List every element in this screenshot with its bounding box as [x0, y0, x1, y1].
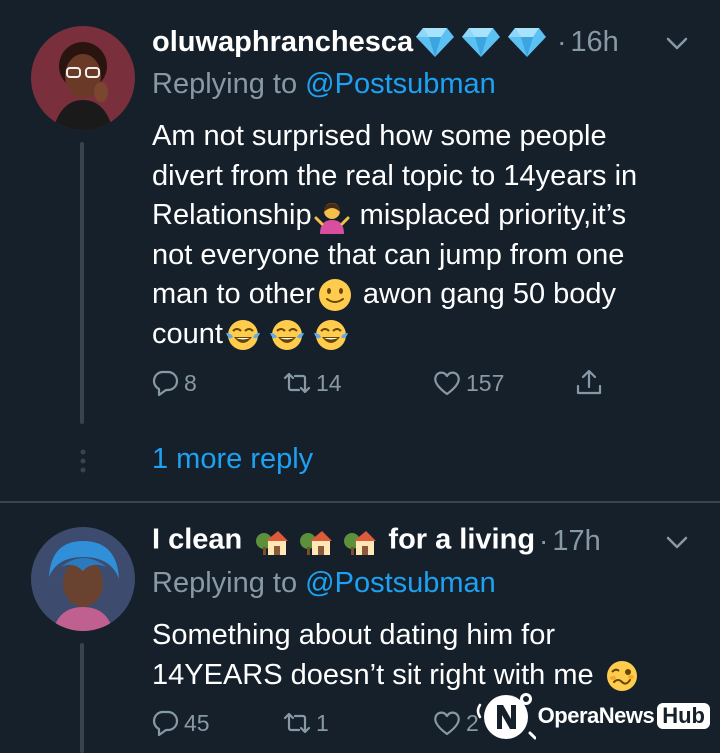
reply-count: 8	[184, 369, 197, 396]
display-name-part: for a living	[388, 523, 536, 556]
text-fragment: misplaced priority,it’s	[351, 199, 627, 231]
reply-icon	[152, 370, 179, 397]
text-line: divert from the real topic to 14years in	[152, 159, 638, 192]
blue-diamond-icon	[416, 28, 455, 57]
timestamp[interactable]: 16h	[570, 26, 618, 59]
blue-diamond-icon	[462, 28, 501, 57]
tears-of-joy-emoji-icon	[225, 317, 261, 353]
separator: ·	[557, 26, 567, 57]
person-shrugging-emoji-icon	[314, 198, 350, 235]
tweet-text: Am not surprised how some people divert …	[152, 117, 692, 354]
retweet-icon	[283, 712, 311, 734]
avatar-image	[31, 527, 135, 631]
display-name-part: I clean	[152, 523, 243, 556]
opera-news-logo-icon	[476, 693, 536, 740]
thread-line	[80, 142, 84, 424]
retweet-icon	[283, 372, 311, 394]
retweet-button[interactable]: 14	[282, 368, 432, 398]
tweet[interactable]: oluwaphranchesca · 16h Replying to @Post…	[0, 0, 720, 502]
reply-button[interactable]: 45	[150, 708, 282, 738]
text-fragment: count	[152, 317, 223, 350]
replying-to: Replying to @Postsubman	[152, 68, 496, 101]
text-fragment: man to other	[152, 278, 315, 310]
timestamp[interactable]: 17h	[552, 525, 600, 558]
tweet-header: I clean for a living · 17h	[152, 521, 601, 561]
house-with-garden-emoji-icon	[298, 523, 334, 559]
reply-count: 45	[184, 709, 210, 736]
slightly-smiling-face-emoji-icon	[317, 277, 353, 313]
chevron-down-icon[interactable]	[664, 529, 690, 555]
blue-diamond-icon	[508, 28, 547, 57]
tears-of-joy-emoji-icon	[269, 317, 305, 353]
share-icon	[576, 369, 602, 395]
tweet-actions: 8 14 157	[150, 368, 608, 398]
watermark-text: OperaNews	[537, 703, 655, 728]
display-name[interactable]: oluwaphranchesca	[152, 26, 413, 59]
opera-news-hub-watermark: OperaNews Hub	[474, 685, 710, 747]
text-fragment: awon gang 50 body	[354, 278, 617, 310]
avatar[interactable]	[31, 527, 135, 631]
replying-to: Replying to @Postsubman	[152, 567, 496, 600]
retweet-count: 1	[316, 709, 329, 736]
chevron-down-icon[interactable]	[664, 30, 690, 56]
replying-to-handle[interactable]: @Postsubman	[305, 567, 496, 599]
text-line: count	[152, 315, 692, 355]
retweet-count: 14	[316, 369, 342, 396]
text-line: Am not surprised how some people	[152, 120, 607, 152]
more-replies-dots-icon	[80, 449, 86, 473]
thread-line	[80, 643, 84, 753]
like-button[interactable]: 157	[432, 368, 574, 398]
reply-button[interactable]: 8	[150, 368, 282, 398]
retweet-button[interactable]: 1	[282, 708, 432, 738]
house-with-garden-emoji-icon	[342, 523, 378, 559]
reply-icon	[152, 710, 179, 737]
replying-to-label: Replying to	[152, 567, 306, 599]
text-fragment: Relationship	[152, 199, 312, 231]
watermark-badge: Hub	[657, 703, 710, 729]
text-line: Something about dating him for	[152, 619, 556, 651]
name-badges	[415, 26, 553, 58]
tweet-header: oluwaphranchesca · 16h	[152, 22, 619, 62]
heart-icon	[434, 371, 460, 396]
more-replies-link[interactable]: 1 more reply	[152, 443, 313, 476]
replying-to-label: Replying to	[152, 68, 306, 100]
like-count: 157	[466, 369, 505, 396]
display-name[interactable]: I clean for a living	[152, 523, 535, 559]
text-line: man to other awon gang 50 body	[152, 275, 692, 315]
avatar[interactable]	[31, 26, 135, 130]
replying-to-handle[interactable]: @Postsubman	[305, 68, 496, 100]
heart-icon	[434, 711, 460, 736]
avatar-image	[31, 26, 135, 130]
text-line: not everyone that can jump from one	[152, 238, 625, 271]
tears-of-joy-emoji-icon	[313, 317, 349, 353]
text-line: Relationship misplaced priority,it’s	[152, 196, 692, 236]
house-with-garden-emoji-icon	[254, 523, 290, 559]
share-button[interactable]	[574, 368, 608, 398]
tweet-text: Something about dating him for 14YEARS d…	[152, 616, 712, 695]
separator: ·	[539, 525, 549, 556]
